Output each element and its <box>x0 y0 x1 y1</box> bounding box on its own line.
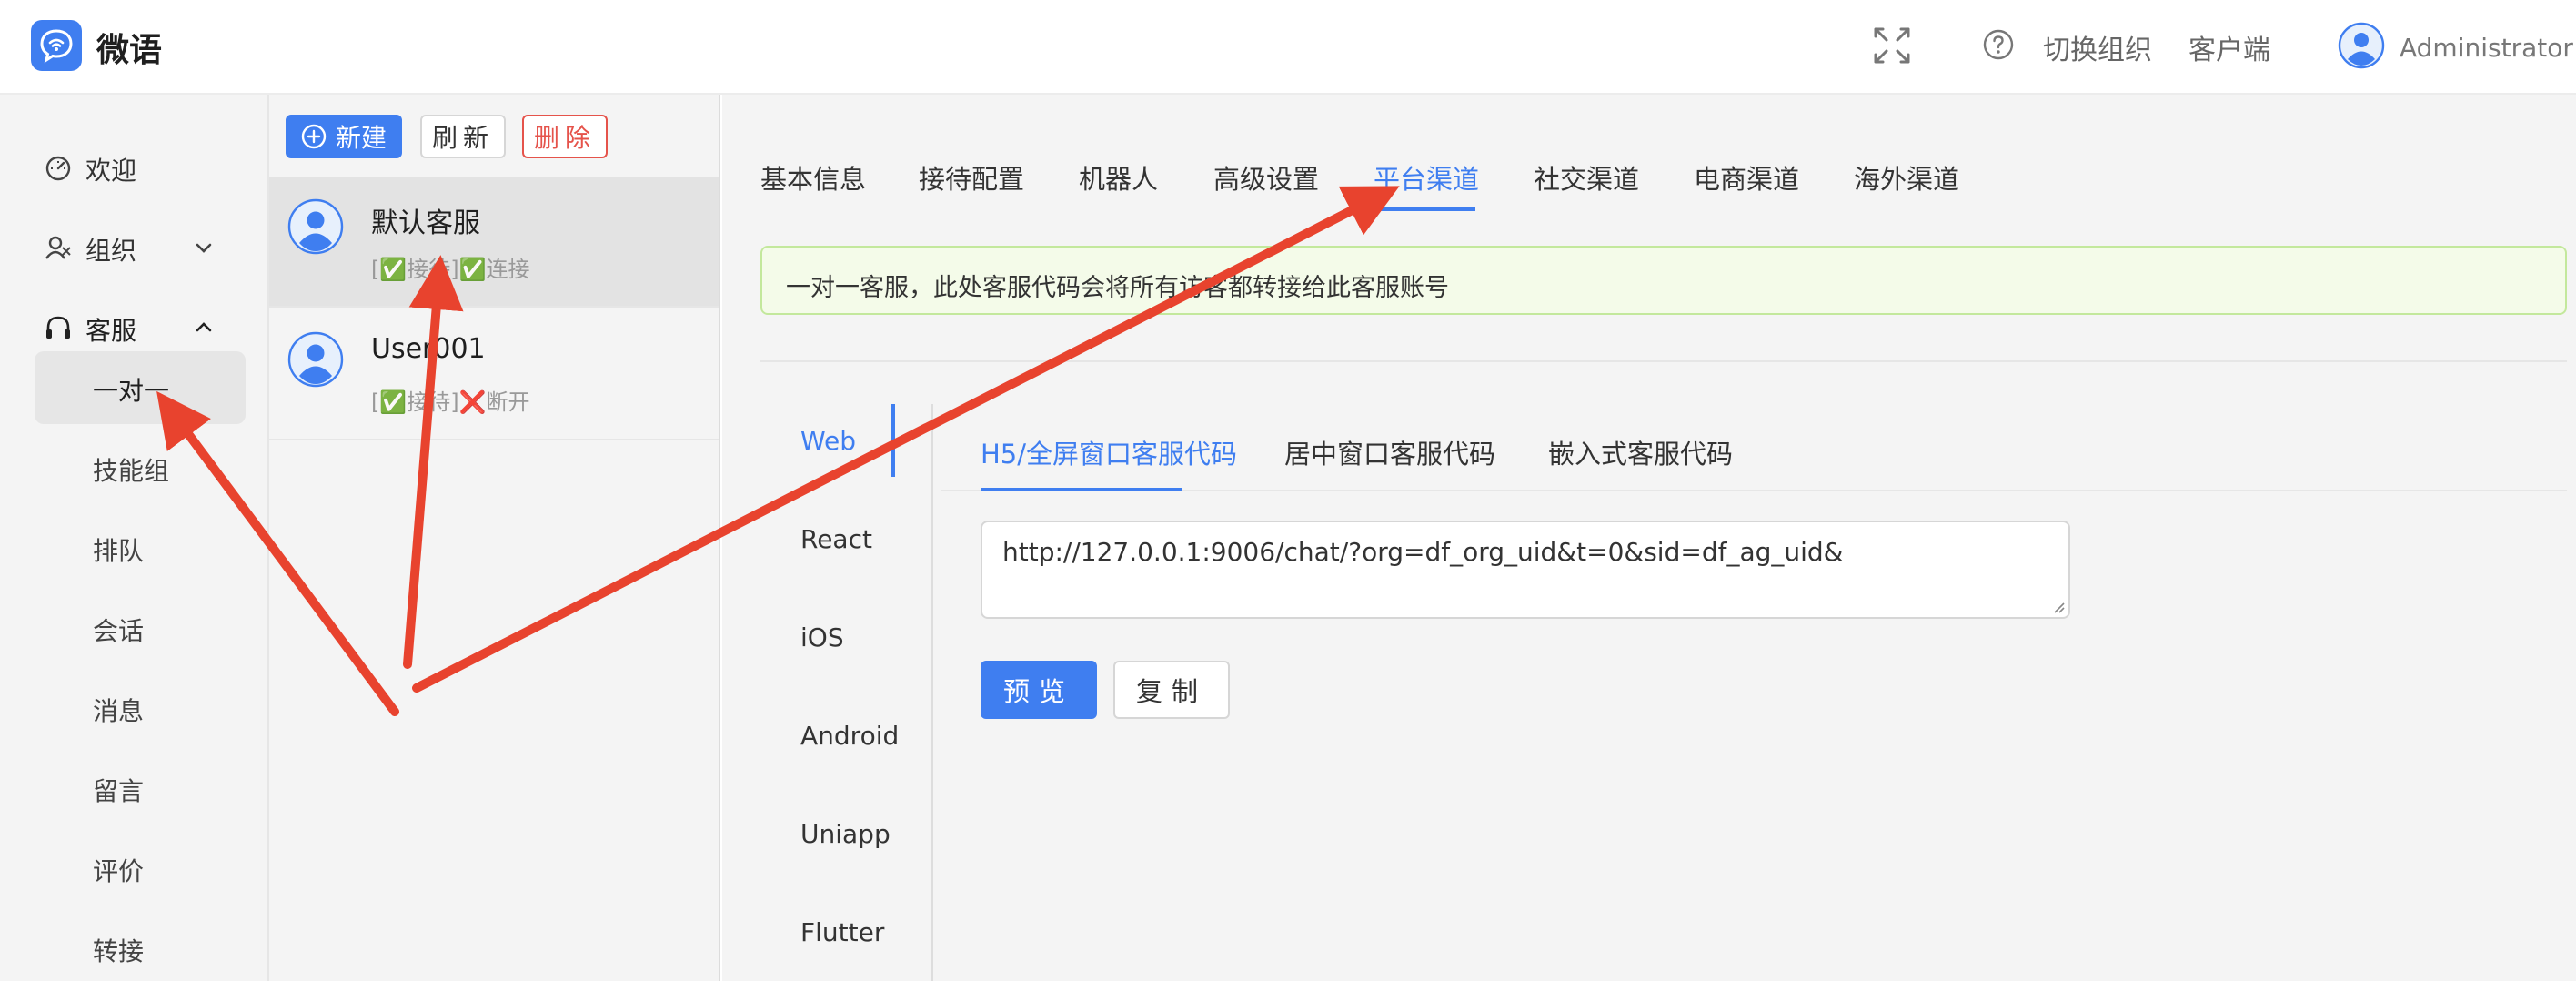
code-textarea[interactable]: http://127.0.0.1:9006/chat/?org=df_org_u… <box>981 521 2070 619</box>
tab-social-channel[interactable]: 社交渠道 <box>1534 158 1639 197</box>
code-tabs-baseline <box>941 490 2567 491</box>
submenu-one-to-one[interactable]: 一对一 <box>35 351 246 424</box>
refresh-button[interactable]: 刷新 <box>420 115 506 158</box>
agent-status: [✅接待]❌断开 <box>371 389 530 415</box>
menu-label-org: 组织 <box>86 236 137 266</box>
tab-platform-channel[interactable]: 平台渠道 <box>1374 158 1479 197</box>
agent-name: 默认客服 <box>371 207 480 239</box>
submenu-label: 会话 <box>93 616 145 646</box>
tab-ecommerce-channel[interactable]: 电商渠道 <box>1694 158 1799 197</box>
app-title: 微语 <box>96 32 163 69</box>
tab-advanced[interactable]: 高级设置 <box>1213 158 1319 197</box>
tab-reception[interactable]: 接待配置 <box>919 158 1024 197</box>
org-icon <box>45 236 71 259</box>
menu-label-welcome: 欢迎 <box>86 156 137 186</box>
code-tab-embedded[interactable]: 嵌入式客服代码 <box>1548 433 1733 471</box>
code-tab-centered[interactable]: 居中窗口客服代码 <box>1284 433 1495 471</box>
platform-tab-ios[interactable]: iOS <box>800 622 844 652</box>
fullscreen-icon[interactable] <box>1872 25 1912 69</box>
menu-item-org[interactable]: 组织 <box>0 220 269 275</box>
submenu-label: 转接 <box>93 936 145 966</box>
chat-wifi-icon <box>40 29 73 64</box>
new-agent-label: 新建 <box>335 123 387 153</box>
platform-tab-flutter[interactable]: Flutter <box>800 917 884 947</box>
submenu-transfer[interactable]: 转接 <box>35 912 246 981</box>
copy-button[interactable]: 复制 <box>1113 661 1230 719</box>
submenu-label: 留言 <box>93 776 145 806</box>
submenu-leave-message[interactable]: 留言 <box>35 752 246 824</box>
platform-tab-uniapp[interactable]: Uniapp <box>800 819 891 849</box>
agent-row-default[interactable]: 默认客服 [✅接待]✅连接 <box>269 177 719 308</box>
notice-banner: 一对一客服，此处客服代码会将所有访客都转接给此客服账号 <box>760 246 2567 315</box>
agent-row-user001[interactable]: User001 [✅接待]❌断开 <box>269 309 719 440</box>
submenu-label: 评价 <box>93 856 145 886</box>
sidebar-menu: 欢迎 组织 客服 一对一 技能组 排队 会话 消息 留言 评价 转接 <box>0 95 269 981</box>
agent-list-panel: 新建 刷新 删除 默认客服 [✅接待]✅连接 User001 [✅接待]❌断开 <box>269 95 720 981</box>
agent-avatar-icon <box>287 331 344 388</box>
tab-robot[interactable]: 机器人 <box>1079 158 1158 197</box>
agent-avatar-icon <box>287 198 344 255</box>
code-tab-h5[interactable]: H5/全屏窗口客服代码 <box>981 433 1237 471</box>
client-link[interactable]: 客户端 <box>2189 27 2270 67</box>
active-platform-indicator <box>891 404 895 477</box>
delete-button[interactable]: 删除 <box>522 115 608 158</box>
platform-tab-web[interactable]: Web <box>800 426 856 456</box>
tab-overseas-channel[interactable]: 海外渠道 <box>1854 158 1959 197</box>
code-value: http://127.0.0.1:9006/chat/?org=df_org_u… <box>1002 537 1844 567</box>
top-header: 微语 切换组织 客户端 Administrator <box>0 0 2576 95</box>
submenu-skill-group[interactable]: 技能组 <box>35 431 246 504</box>
user-avatar-icon[interactable] <box>2338 22 2385 69</box>
platform-tab-android[interactable]: Android <box>800 721 899 751</box>
chevron-down-icon[interactable] <box>193 237 215 258</box>
submenu-label: 技能组 <box>93 456 170 486</box>
preview-button[interactable]: 预览 <box>981 661 1097 719</box>
submenu-sessions[interactable]: 会话 <box>35 592 246 664</box>
new-agent-button[interactable]: 新建 <box>286 115 402 158</box>
active-tab-indicator <box>1374 207 1475 211</box>
menu-item-welcome[interactable]: 欢迎 <box>0 140 269 195</box>
user-name[interactable]: Administrator <box>2400 33 2573 63</box>
submenu-rating[interactable]: 评价 <box>35 832 246 905</box>
resize-handle-icon[interactable] <box>2050 599 2065 613</box>
agent-status: [✅接待]✅连接 <box>371 257 530 282</box>
switch-org-link[interactable]: 切换组织 <box>2043 27 2152 67</box>
submenu-label: 消息 <box>93 696 145 726</box>
menu-item-service[interactable]: 客服 <box>0 300 269 355</box>
submenu-messages[interactable]: 消息 <box>35 672 246 744</box>
main-content: 基本信息 接待配置 机器人 高级设置 平台渠道 社交渠道 电商渠道 海外渠道 一… <box>722 95 2576 981</box>
headset-icon <box>46 316 70 339</box>
app-window: 微语 切换组织 客户端 Administrator 欢迎 组织 客服 一对一 技… <box>0 0 2576 981</box>
platform-tabs <box>760 404 933 981</box>
menu-label-service: 客服 <box>86 316 137 346</box>
platform-tab-react[interactable]: React <box>800 524 872 554</box>
divider <box>760 360 2567 362</box>
agent-name: User001 <box>371 333 486 365</box>
dashboard-icon <box>45 156 71 181</box>
chevron-up-icon[interactable] <box>193 317 215 339</box>
help-icon[interactable] <box>1983 29 2014 64</box>
submenu-queue[interactable]: 排队 <box>35 511 246 584</box>
submenu-label: 一对一 <box>93 376 170 406</box>
submenu-label: 排队 <box>93 536 145 566</box>
active-code-tab-indicator <box>981 488 1182 491</box>
plus-circle-icon <box>301 124 327 149</box>
tab-basic-info[interactable]: 基本信息 <box>760 158 866 197</box>
app-logo[interactable] <box>31 20 82 71</box>
